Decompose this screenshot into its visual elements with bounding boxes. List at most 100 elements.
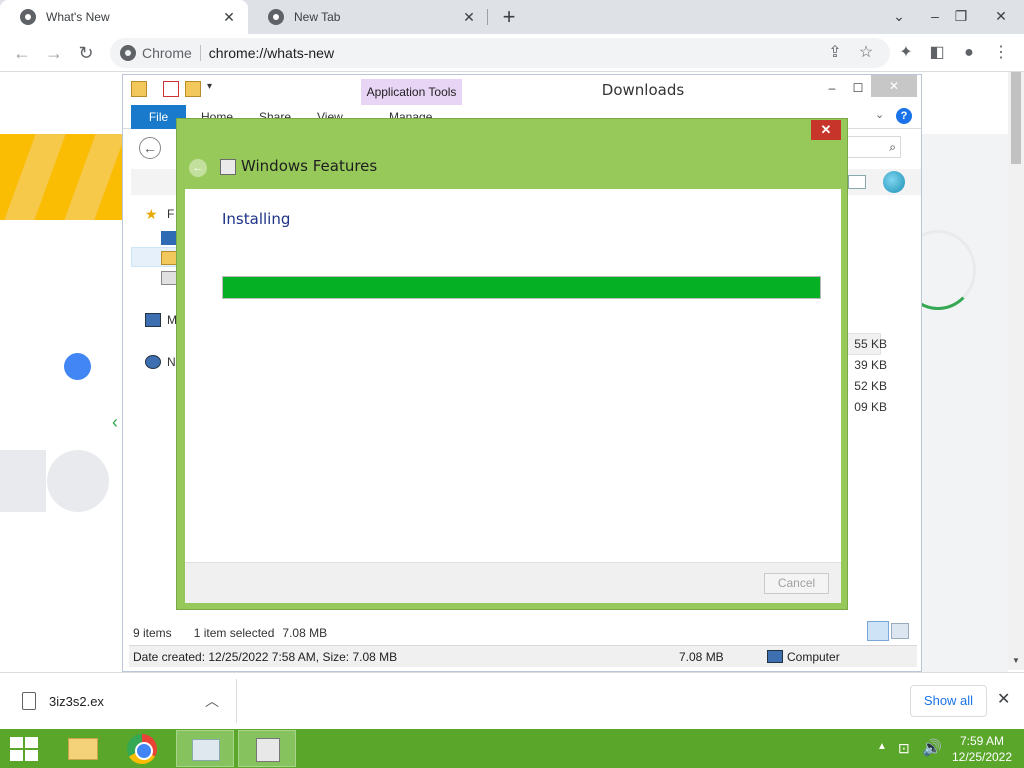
dialog-back-icon[interactable]: ←	[189, 159, 207, 177]
taskbar-chrome-button[interactable]	[114, 730, 172, 767]
chrome-icon	[120, 45, 136, 61]
tab-search-chevron-icon[interactable]: ⌄	[884, 2, 914, 30]
close-icon[interactable]: ✕	[997, 689, 1010, 709]
progress-fill	[223, 277, 820, 298]
folder-icon[interactable]	[131, 81, 147, 97]
address-chip: Chrome	[142, 45, 201, 61]
page-side-band	[920, 134, 1008, 679]
profile-avatar-icon[interactable]: ●	[958, 42, 980, 64]
explorer-back-icon[interactable]: ←	[139, 137, 161, 159]
windows-features-dialog: ✕ ← Windows Features Installing Cancel	[176, 118, 848, 610]
network-icon	[145, 355, 161, 369]
network-status-icon[interactable]: ⊡	[898, 740, 910, 757]
explorer-maximize-button[interactable]: ☐	[843, 77, 873, 99]
search-icon[interactable]: ⌕	[843, 136, 901, 158]
menu-dots-icon[interactable]: ⋮	[990, 42, 1012, 64]
taskbar: ▲ ⊡ 🔊 7:59 AM 12/25/2022	[0, 729, 1024, 768]
computer-icon	[145, 313, 161, 327]
show-all-button[interactable]: Show all	[910, 685, 987, 717]
download-filename[interactable]: 3iz3s2.ex	[49, 694, 104, 709]
download-bar: 3iz3s2.ex ︿ Show all ✕	[0, 672, 1024, 729]
file-explorer-icon	[68, 738, 98, 760]
nav-item-label: N	[167, 355, 176, 369]
new-tab-button[interactable]: +	[498, 4, 520, 30]
detail-location: Computer	[787, 650, 840, 664]
dialog-close-button[interactable]: ✕	[811, 120, 841, 140]
new-folder-icon[interactable]	[185, 81, 201, 97]
extensions-icon[interactable]: ✦	[895, 42, 917, 64]
show-hidden-icons-icon[interactable]: ▲	[877, 741, 887, 752]
decorative-grey-circle	[47, 450, 109, 512]
restore-button[interactable]: ❐	[946, 2, 976, 30]
reload-icon[interactable]: ↻	[72, 39, 100, 67]
back-arrow-icon[interactable]: ←	[8, 39, 36, 67]
bookmark-star-icon[interactable]: ☆	[855, 42, 877, 64]
tab-new-tab[interactable]: New Tab ✕	[248, 0, 488, 34]
selection-size: 7.08 MB	[282, 626, 328, 640]
customize-qat-icon[interactable]: ▾	[207, 81, 212, 92]
cancel-button[interactable]: Cancel	[764, 573, 829, 594]
tab-strip: What's New ✕ New Tab ✕ + ⌄ – ❐ ✕	[0, 0, 1024, 34]
tab-label: What's New	[46, 10, 110, 24]
downloads-folder-icon	[161, 251, 177, 265]
windows-logo-icon	[25, 750, 38, 761]
clock-date[interactable]: 12/25/2022	[946, 750, 1018, 764]
details-view-button[interactable]	[867, 621, 889, 641]
desktop-icon	[161, 231, 177, 245]
application-tools-tab[interactable]: Application Tools	[361, 79, 462, 106]
detail-size: 7.08 MB	[679, 650, 724, 664]
decorative-chevron-icon: ‹	[112, 412, 118, 432]
scroll-down-arrow-icon[interactable]: ▼	[1008, 656, 1024, 670]
windows-logo-icon	[25, 737, 38, 748]
browser-toolbar: ← → ↻ Chrome chrome://whats-new ⇪ ☆ ✦ ◧ …	[0, 34, 1024, 72]
dialog-title: Windows Features	[241, 157, 378, 175]
start-button[interactable]	[10, 737, 38, 761]
scrollbar-thumb[interactable]	[1011, 72, 1021, 164]
tab-close-icon[interactable]: ✕	[460, 9, 478, 26]
tab-whats-new[interactable]: What's New ✕	[0, 0, 248, 34]
chrome-favicon-icon	[268, 9, 284, 25]
file-icon	[22, 692, 36, 710]
computer-icon	[767, 650, 783, 663]
share-icon[interactable]: ⇪	[824, 42, 846, 64]
taskbar-perfmon-button[interactable]	[176, 730, 234, 767]
address-url: chrome://whats-new	[208, 45, 335, 61]
explorer-close-button[interactable]: ✕	[871, 75, 917, 97]
explorer-titlebar: ▾ Application Tools Downloads – ☐ ✕	[123, 75, 921, 106]
help-icon[interactable]: ?	[896, 108, 912, 124]
clock-time[interactable]: 7:59 AM	[950, 734, 1014, 748]
file-size-cell: 55 KB	[854, 337, 887, 351]
taskbar-explorer-button[interactable]	[52, 730, 110, 767]
globe-icon[interactable]	[883, 171, 905, 193]
installing-heading: Installing	[222, 210, 291, 228]
nav-item-favorites[interactable]: ★ F	[145, 207, 174, 221]
star-icon: ★	[145, 206, 158, 222]
dialog-content: Installing	[185, 189, 841, 562]
change-view-icon[interactable]	[848, 175, 866, 189]
windows-logo-icon	[10, 750, 23, 761]
tab-label: New Tab	[294, 10, 341, 24]
window-close-button[interactable]: ✕	[986, 2, 1016, 30]
forward-arrow-icon[interactable]: →	[40, 39, 68, 67]
address-bar[interactable]: Chrome chrome://whats-new	[110, 38, 890, 68]
decorative-grey-square	[0, 450, 46, 512]
page-scrollbar[interactable]: ▼	[1008, 72, 1024, 670]
date-created: Date created: 12/25/2022 7:58 AM, Size: …	[133, 650, 398, 664]
ribbon-expand-chevron-icon[interactable]: ⌄	[875, 108, 884, 121]
nav-item-computer[interactable]: M	[145, 313, 177, 327]
tab-separator	[487, 9, 488, 25]
item-count: 9 items	[133, 626, 172, 640]
recent-places-icon	[161, 271, 177, 285]
side-panel-icon[interactable]: ◧	[926, 42, 948, 64]
tab-close-icon[interactable]: ✕	[220, 9, 238, 26]
performance-monitor-icon	[192, 739, 220, 761]
chevron-up-icon[interactable]: ︿	[205, 691, 219, 711]
properties-icon[interactable]	[163, 81, 179, 97]
nav-item-network[interactable]: N	[145, 355, 176, 369]
file-size-cell: 09 KB	[854, 400, 887, 414]
explorer-title: Downloads	[601, 81, 685, 99]
volume-icon[interactable]: 🔊	[922, 738, 942, 758]
large-icons-view-button[interactable]	[891, 623, 909, 639]
selection-count: 1 item selected	[193, 626, 275, 640]
taskbar-windows-features-button[interactable]	[238, 730, 296, 767]
